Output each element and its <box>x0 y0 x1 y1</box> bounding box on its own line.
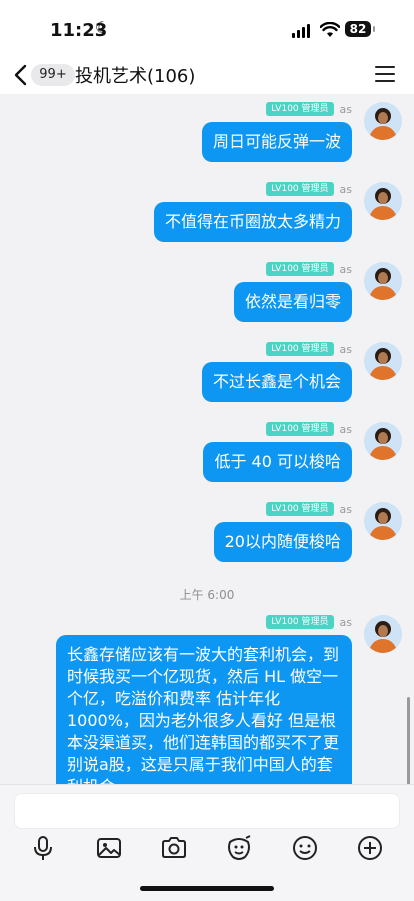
plus-icon[interactable] <box>356 834 384 862</box>
level-tag: LV100 管理员 <box>266 422 334 436</box>
sender-name: as <box>339 422 352 436</box>
unread-count-badge[interactable]: 99+ <box>31 64 75 86</box>
emoji-icon[interactable] <box>291 834 319 862</box>
sender-meta: LV100 管理员 as <box>266 102 352 116</box>
message-item: LV100 管理员 as 不过长鑫是个机会 <box>22 342 402 412</box>
back-arrow-icon[interactable] <box>10 62 32 88</box>
level-tag: LV100 管理员 <box>266 262 334 276</box>
cellular-signal-icon <box>292 24 312 38</box>
scrollbar[interactable] <box>407 697 410 787</box>
sender-meta: LV100 管理员 as <box>266 182 352 196</box>
level-tag: LV100 管理员 <box>266 502 334 516</box>
battery-icon: 82 <box>345 21 371 37</box>
sticker-icon[interactable] <box>225 834 253 862</box>
chat-title[interactable]: 投机艺术(106) <box>75 62 195 88</box>
avatar[interactable] <box>364 502 402 540</box>
sender-name: as <box>339 342 352 356</box>
input-area <box>0 784 414 901</box>
message-input[interactable] <box>14 793 400 829</box>
sender-name: as <box>339 182 352 196</box>
chat-header: 99+ 投机艺术(106) <box>0 56 414 94</box>
sender-meta: LV100 管理员 as <box>266 342 352 356</box>
avatar[interactable] <box>364 262 402 300</box>
message-item: LV100 管理员 as 20以内随便梭哈 <box>22 502 402 572</box>
message-bubble[interactable]: 长鑫存储应该有一波大的套利机会，到时候我买一个亿现货，然后 HL 做空一个亿，吃… <box>56 635 352 807</box>
message-item: LV100 管理员 as 长鑫存储应该有一波大的套利机会，到时候我买一个亿现货，… <box>22 615 402 807</box>
battery-tip <box>373 26 375 32</box>
microphone-icon[interactable] <box>29 834 57 862</box>
status-bar: 11:23 ☾ 82 <box>0 0 414 56</box>
sender-name: as <box>339 262 352 276</box>
moon-icon: ☾ <box>95 18 110 37</box>
sender-meta: LV100 管理员 as <box>266 615 352 629</box>
avatar[interactable] <box>364 102 402 140</box>
level-tag: LV100 管理员 <box>266 342 334 356</box>
message-timestamp: 上午 6:00 <box>179 588 235 602</box>
message-item: LV100 管理员 as 周日可能反弹一波 <box>22 102 402 172</box>
level-tag: LV100 管理员 <box>266 615 334 629</box>
level-tag: LV100 管理员 <box>266 182 334 196</box>
avatar[interactable] <box>364 615 402 653</box>
menu-icon[interactable] <box>375 66 395 82</box>
sender-name: as <box>339 502 352 516</box>
image-icon[interactable] <box>95 834 123 862</box>
message-bubble[interactable]: 不过长鑫是个机会 <box>201 362 352 402</box>
sender-meta: LV100 管理员 as <box>266 502 352 516</box>
level-tag: LV100 管理员 <box>266 102 334 116</box>
sender-name: as <box>339 615 352 629</box>
sender-meta: LV100 管理员 as <box>266 422 352 436</box>
message-bubble[interactable]: 周日可能反弹一波 <box>201 122 352 162</box>
message-bubble[interactable]: 低于 40 可以梭哈 <box>203 442 352 482</box>
camera-icon[interactable] <box>160 834 188 862</box>
sender-name: as <box>339 102 352 116</box>
home-indicator <box>140 886 274 891</box>
sender-meta: LV100 管理员 as <box>266 262 352 276</box>
message-bubble[interactable]: 依然是看归零 <box>233 282 352 322</box>
message-item: LV100 管理员 as 依然是看归零 <box>22 262 402 332</box>
avatar[interactable] <box>364 342 402 380</box>
message-item: LV100 管理员 as 不值得在币圈放太多精力 <box>22 182 402 252</box>
message-bubble[interactable]: 20以内随便梭哈 <box>213 522 352 562</box>
message-bubble[interactable]: 不值得在币圈放太多精力 <box>153 202 352 242</box>
wifi-icon <box>320 22 340 37</box>
message-item: LV100 管理员 as 低于 40 可以梭哈 <box>22 422 402 492</box>
avatar[interactable] <box>364 422 402 460</box>
avatar[interactable] <box>364 182 402 220</box>
